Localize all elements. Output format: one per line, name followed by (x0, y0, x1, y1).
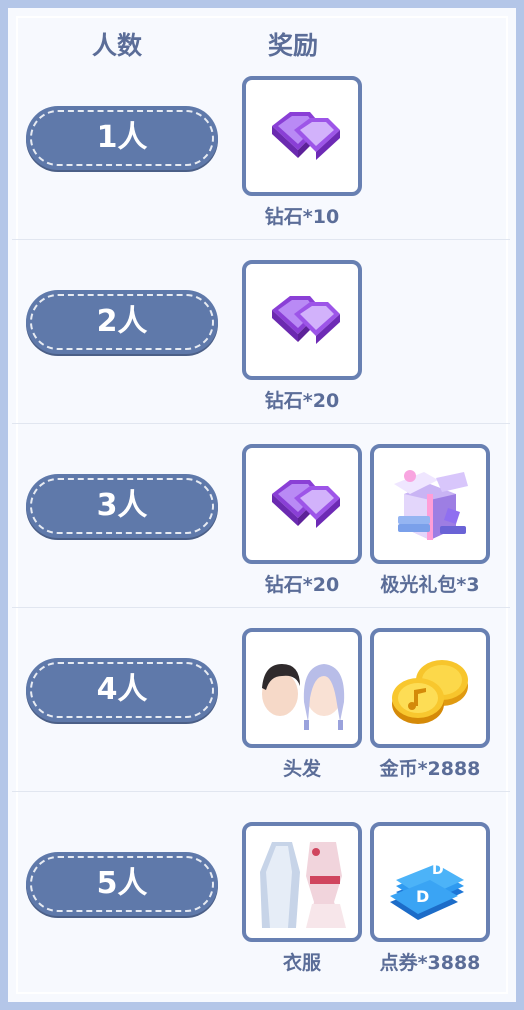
reward-tile[interactable] (242, 628, 362, 748)
reward-label: 点券*3888 (379, 952, 481, 974)
diamond-icon (272, 112, 340, 160)
reward-label: 钻石*20 (264, 390, 340, 412)
row-divider (12, 423, 510, 424)
count-pill: 2人 (26, 290, 218, 354)
count-label: 1人 (96, 120, 148, 155)
row-divider (12, 791, 510, 792)
svg-text:D: D (432, 862, 444, 878)
count-label: 4人 (96, 672, 148, 707)
gold-coin-icon (392, 660, 468, 724)
count-pill: 3人 (26, 474, 218, 538)
diamond-icon (272, 480, 340, 528)
gift-pack-icon (394, 470, 468, 540)
reward-item[interactable]: 钻石*10 (242, 76, 362, 228)
reward-item[interactable]: 钻石*20 (242, 260, 362, 412)
reward-label: 金币*2888 (379, 758, 481, 780)
reward-label: 钻石*20 (264, 574, 340, 596)
reward-row-2: 2人 钻石*20 (12, 254, 512, 438)
reward-row-1: 1人 钻石*10 (12, 70, 512, 254)
reward-label: 钻石*10 (264, 206, 340, 228)
count-label: 2人 (96, 304, 148, 339)
hair-icon (262, 664, 345, 730)
clothes-icon (260, 842, 346, 928)
reward-label: 头发 (282, 758, 321, 780)
count-pill: 4人 (26, 658, 218, 722)
diamond-icon (272, 296, 340, 344)
reward-tile[interactable]: D D (370, 822, 490, 942)
reward-tile[interactable] (242, 822, 362, 942)
reward-item[interactable]: D D 点券*3888 (370, 822, 490, 974)
count-label: 3人 (96, 488, 148, 523)
reward-label: 极光礼包*3 (380, 574, 480, 596)
reward-tile[interactable] (242, 260, 362, 380)
count-pill: 5人 (26, 852, 218, 916)
reward-tile[interactable] (370, 444, 490, 564)
count-pill: 1人 (26, 106, 218, 170)
reward-row-4: 4人 头发 金币*2888 (12, 622, 512, 806)
reward-tile[interactable] (242, 444, 362, 564)
row-divider (12, 607, 510, 608)
reward-tile[interactable] (242, 76, 362, 196)
reward-item[interactable]: 金币*2888 (370, 628, 490, 780)
count-label: 5人 (96, 866, 148, 901)
reward-tile[interactable] (370, 628, 490, 748)
reward-label: 衣服 (282, 952, 321, 974)
header-reward: 奖励 (268, 31, 319, 60)
reward-row-5: 5人 衣服 D D 点券*3888 (12, 816, 512, 1000)
header-count: 人数 (92, 31, 143, 60)
svg-text:D: D (416, 887, 429, 906)
row-divider (12, 239, 510, 240)
reward-item[interactable]: 头发 (242, 628, 362, 780)
reward-item[interactable]: 衣服 (242, 822, 362, 974)
reward-row-3: 3人 钻石*20 极光礼包*3 (12, 438, 512, 622)
reward-item[interactable]: 钻石*20 (242, 444, 362, 596)
voucher-icon: D D (390, 862, 464, 920)
reward-item[interactable]: 极光礼包*3 (370, 444, 490, 596)
